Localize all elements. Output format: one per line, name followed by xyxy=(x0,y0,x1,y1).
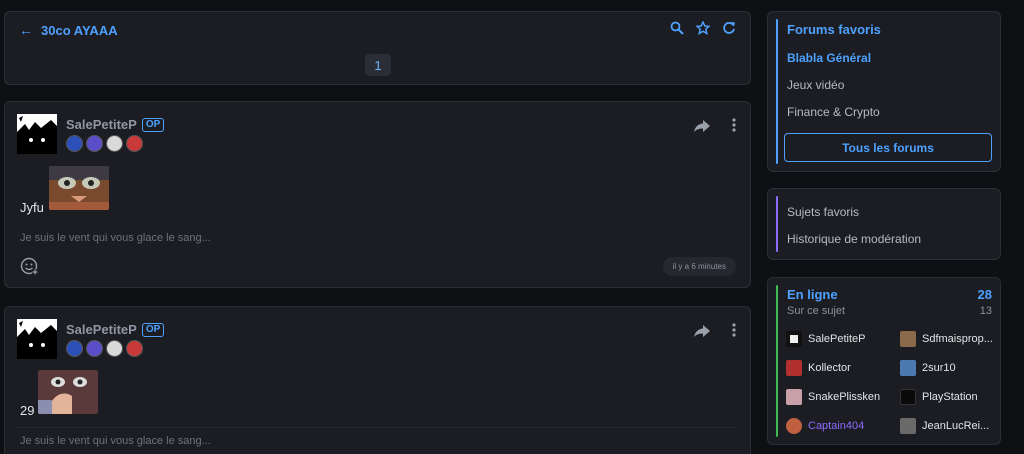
accent-bar xyxy=(776,285,778,437)
arrow-left-icon: ← xyxy=(19,22,33,38)
moon-badge-icon xyxy=(86,340,103,357)
avatar[interactable] xyxy=(17,319,57,359)
avatar xyxy=(786,418,802,434)
online-count: 28 xyxy=(977,287,992,302)
topic-header: ← 30co AYAAA 1 xyxy=(4,11,751,85)
more-vertical-icon[interactable] xyxy=(732,118,736,137)
online-users-panel: En ligne 28 Sur ce sujet 13 SalePetiteP … xyxy=(767,277,1001,445)
panel-title: Forums favoris xyxy=(787,22,881,37)
accent-bar xyxy=(776,196,778,252)
online-user[interactable]: SnakePlissken xyxy=(786,389,880,405)
author-name[interactable]: SalePetiteP xyxy=(66,322,137,337)
online-subtitle: Sur ce sujet xyxy=(787,305,846,317)
moon-badge-icon xyxy=(86,135,103,152)
post-image[interactable] xyxy=(49,166,109,210)
avatar xyxy=(900,360,916,376)
playstation-icon xyxy=(900,389,916,405)
favorite-topics-panel: Sujets favoris Historique de modération xyxy=(767,188,1001,260)
post-image[interactable] xyxy=(38,370,98,414)
post-signature: Je suis le vent qui vous glace le sang..… xyxy=(20,435,211,447)
favorite-topics-link[interactable]: Sujets favoris xyxy=(787,205,859,219)
post-text: Jyfu xyxy=(20,200,44,215)
post-timestamp: il y a 6 minutes xyxy=(662,257,736,276)
online-user[interactable]: 2sur10 xyxy=(900,360,956,376)
crown-badge-icon xyxy=(66,340,83,357)
avatar xyxy=(786,360,802,376)
demo-badge-icon xyxy=(106,135,123,152)
demo-badge-icon xyxy=(106,340,123,357)
share-icon[interactable] xyxy=(694,119,710,137)
forum-link[interactable]: Jeux vidéo xyxy=(787,78,844,92)
avatar xyxy=(900,418,916,434)
red-badge-icon xyxy=(126,135,143,152)
avatar xyxy=(786,389,802,405)
online-user[interactable]: PlayStation xyxy=(900,389,978,405)
online-user[interactable]: Kollector xyxy=(786,360,851,376)
post-signature: Je suis le vent qui vous glace le sang..… xyxy=(20,232,211,244)
online-user[interactable]: SalePetiteP xyxy=(786,331,865,347)
refresh-icon[interactable] xyxy=(722,21,736,35)
all-forums-button[interactable]: Tous les forums xyxy=(784,133,992,162)
online-user[interactable]: Sdfmaisprop... xyxy=(900,331,993,347)
accent-bar xyxy=(776,19,778,164)
search-icon[interactable] xyxy=(670,21,684,35)
panel-title: En ligne xyxy=(787,287,838,302)
avatar xyxy=(900,331,916,347)
divider xyxy=(17,427,738,428)
online-user[interactable]: Captain404 xyxy=(786,418,864,434)
post: SalePetiteP OP 29 Je suis le vent qui vo… xyxy=(4,306,751,454)
emoji-add-icon[interactable] xyxy=(20,257,38,280)
star-icon[interactable] xyxy=(695,20,711,36)
avatar[interactable] xyxy=(17,114,57,154)
favorite-forums-panel: Forums favoris Blabla Général Jeux vidéo… xyxy=(767,11,1001,172)
author-name[interactable]: SalePetiteP xyxy=(66,117,137,132)
crown-badge-icon xyxy=(66,135,83,152)
forum-link[interactable]: Finance & Crypto xyxy=(787,105,880,119)
op-badge: OP xyxy=(141,117,165,132)
avatar xyxy=(786,331,802,347)
topic-title: 30co AYAAA xyxy=(41,22,118,38)
post: SalePetiteP OP Jyfu Je suis le vent qui … xyxy=(4,101,751,288)
pagination-page[interactable]: 1 xyxy=(365,54,391,76)
post-text: 29 xyxy=(20,403,35,418)
red-badge-icon xyxy=(126,340,143,357)
online-user[interactable]: JeanLucRei... xyxy=(900,418,989,434)
share-icon[interactable] xyxy=(694,324,710,342)
topic-online-count: 13 xyxy=(979,305,992,317)
forum-link[interactable]: Blabla Général xyxy=(787,51,871,65)
moderation-history-link[interactable]: Historique de modération xyxy=(787,232,921,246)
back-link[interactable]: ← 30co AYAAA xyxy=(19,22,118,38)
op-badge: OP xyxy=(141,322,165,337)
more-vertical-icon[interactable] xyxy=(732,323,736,342)
